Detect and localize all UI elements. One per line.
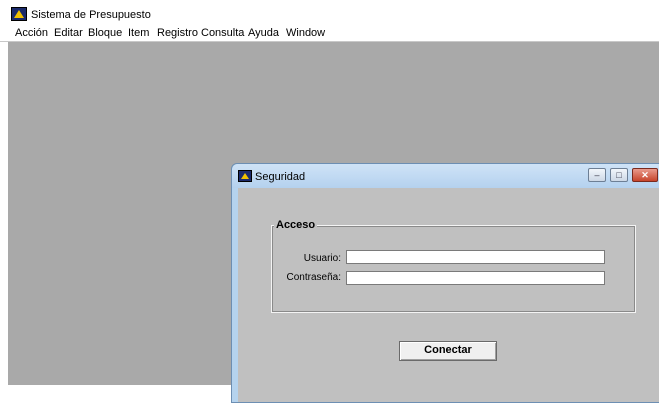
password-input[interactable] <box>346 271 605 285</box>
access-group-title: Acceso <box>274 219 318 231</box>
maximize-button[interactable]: □ <box>610 168 628 182</box>
dialog-titlebar[interactable]: Seguridad – □ ✕ <box>232 164 659 188</box>
user-input[interactable] <box>346 250 605 264</box>
menu-item-accion[interactable]: Acción <box>15 27 48 39</box>
menu-item-editar[interactable]: Editar <box>54 27 83 39</box>
password-label: Contraseña: <box>286 272 341 283</box>
menu-item-item[interactable]: Item <box>128 27 149 39</box>
close-button[interactable]: ✕ <box>632 168 658 182</box>
app-title: Sistema de Presupuesto <box>31 9 151 21</box>
security-dialog: Seguridad – □ ✕ Acceso Usuario: Contrase… <box>231 163 659 403</box>
menu-item-bloque[interactable]: Bloque <box>88 27 122 39</box>
menu-item-registro[interactable]: Registro <box>157 27 198 39</box>
menu-item-consulta[interactable]: Consulta <box>201 27 244 39</box>
access-groupbox <box>271 225 636 313</box>
connect-button[interactable]: Conectar <box>399 341 497 361</box>
dialog-body: Acceso Usuario: Contraseña: Conectar <box>238 188 659 402</box>
minimize-button[interactable]: – <box>588 168 606 182</box>
app-titlebar: Sistema de Presupuesto <box>0 0 659 24</box>
dialog-icon <box>238 170 252 182</box>
user-label: Usuario: <box>303 253 341 264</box>
app-icon <box>11 7 27 21</box>
menu-item-ayuda[interactable]: Ayuda <box>248 27 279 39</box>
menubar: Acción Editar Bloque Item Registro Consu… <box>0 24 659 42</box>
menu-item-window[interactable]: Window <box>286 27 325 39</box>
dialog-title: Seguridad <box>255 171 306 183</box>
